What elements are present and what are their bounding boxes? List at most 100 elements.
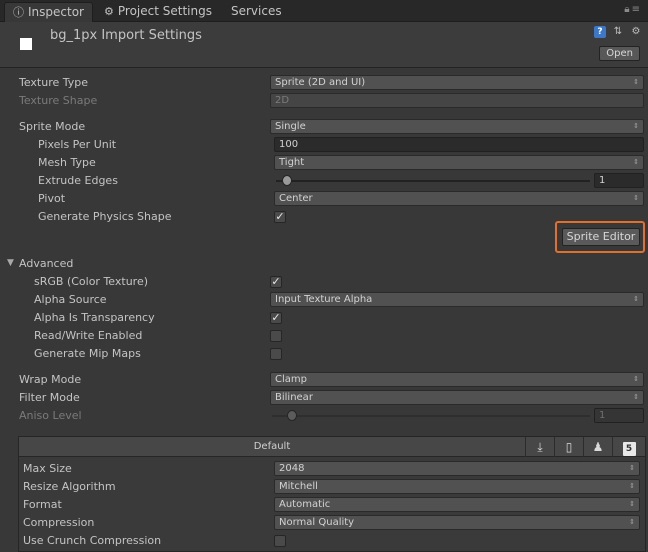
use-crunch-row: Use Crunch Compression [0, 532, 648, 550]
alpha-source-value: Input Texture Alpha [275, 294, 373, 305]
info-icon: ⓘ [13, 6, 24, 19]
filter-mode-label: Filter Mode [19, 391, 80, 404]
aniso-level-field: 1 [594, 408, 644, 423]
platform-tab-default[interactable]: Default [19, 437, 525, 457]
lock-icon[interactable]: 🔒︎ [624, 4, 631, 15]
compression-label: Compression [23, 516, 95, 529]
max-size-value: 2048 [279, 463, 305, 474]
platform-tabs: Default ⤓ ▯ ♟ 5 [19, 437, 645, 457]
foldout-arrow-icon: ▼ [7, 258, 14, 268]
dropdown-arrow-icon: ⇕ [633, 78, 639, 86]
mesh-type-row: Mesh Type Tight ⇕ [0, 154, 648, 172]
read-write-checkbox[interactable] [270, 330, 282, 342]
sprite-editor-button[interactable]: Sprite Editor [562, 228, 640, 246]
texture-shape-dropdown: 2D [270, 93, 644, 108]
advanced-foldout[interactable]: ▼ Advanced [0, 255, 648, 273]
compression-dropdown[interactable]: Normal Quality ⇕ [274, 515, 640, 530]
html5-icon-glyph: 5 [622, 442, 636, 456]
texture-shape-row: Texture Shape 2D [0, 92, 648, 110]
max-size-row: Max Size 2048 ⇕ [0, 460, 648, 478]
android-icon[interactable]: ♟ [583, 437, 612, 457]
sprite-mode-value: Single [275, 121, 306, 132]
alpha-source-dropdown[interactable]: Input Texture Alpha ⇕ [270, 292, 644, 307]
mesh-type-dropdown[interactable]: Tight ⇕ [274, 155, 644, 170]
tab-inspector[interactable]: ⓘ Inspector [4, 2, 93, 22]
sprite-editor-highlight: Sprite Editor [555, 221, 645, 253]
texture-type-value: Sprite (2D and UI) [275, 77, 366, 88]
generate-physics-shape-checkbox[interactable]: ✓ [274, 211, 286, 223]
texture-file-icon [20, 38, 32, 50]
srgb-label: sRGB (Color Texture) [34, 275, 149, 288]
dropdown-arrow-icon: ⇕ [633, 375, 639, 383]
dropdown-arrow-icon: ⇕ [633, 194, 639, 202]
html5-icon[interactable]: 5 [612, 437, 645, 457]
sprite-mode-row: Sprite Mode Single ⇕ [0, 118, 648, 136]
extrude-edges-slider-thumb[interactable] [282, 175, 292, 186]
presets-icon[interactable]: ⇅ [612, 26, 624, 38]
dropdown-arrow-icon: ⇕ [629, 464, 635, 472]
read-write-label: Read/Write Enabled [34, 329, 143, 342]
checkmark-icon: ✓ [271, 275, 281, 288]
alpha-source-label: Alpha Source [34, 293, 107, 306]
page-title: bg_1px Import Settings [50, 28, 202, 43]
filter-mode-row: Filter Mode Bilinear ⇕ [0, 389, 648, 407]
format-value: Automatic [279, 499, 331, 510]
advanced-label: Advanced [19, 257, 74, 270]
generate-mip-maps-row: Generate Mip Maps [0, 345, 648, 363]
alpha-is-transparency-label: Alpha Is Transparency [34, 311, 155, 324]
generate-mip-maps-label: Generate Mip Maps [34, 347, 141, 360]
tab-bar: ⓘ Inspector ⚙ Project Settings Services 🔒︎… [0, 0, 648, 22]
srgb-checkbox[interactable]: ✓ [270, 276, 282, 288]
aniso-level-label: Aniso Level [19, 409, 82, 422]
dropdown-arrow-icon: ⇕ [629, 500, 635, 508]
compression-row: Compression Normal Quality ⇕ [0, 514, 648, 532]
dropdown-arrow-icon: ⇕ [633, 295, 639, 303]
dropdown-arrow-icon: ⇕ [629, 518, 635, 526]
format-dropdown[interactable]: Automatic ⇕ [274, 497, 640, 512]
wrap-mode-dropdown[interactable]: Clamp ⇕ [270, 372, 644, 387]
extrude-edges-slider-track[interactable] [276, 180, 590, 182]
texture-type-row: Texture Type Sprite (2D and UI) ⇕ [0, 74, 648, 92]
tab-menu-icon[interactable]: ≡ [632, 4, 642, 15]
use-crunch-label: Use Crunch Compression [23, 534, 162, 547]
extrude-edges-field[interactable]: 1 [594, 173, 644, 188]
pixels-per-unit-label: Pixels Per Unit [38, 138, 117, 151]
help-icon[interactable]: ? [594, 26, 606, 38]
texture-shape-label: Texture Shape [19, 94, 98, 107]
texture-shape-value: 2D [275, 95, 290, 106]
generate-physics-shape-label: Generate Physics Shape [38, 210, 172, 223]
download-icon[interactable]: ⤓ [525, 437, 554, 457]
max-size-dropdown[interactable]: 2048 ⇕ [274, 461, 640, 476]
sprite-mode-dropdown[interactable]: Single ⇕ [270, 119, 644, 134]
alpha-is-transparency-checkbox[interactable]: ✓ [270, 312, 282, 324]
filter-mode-value: Bilinear [275, 392, 313, 403]
use-crunch-checkbox[interactable] [274, 535, 286, 547]
aniso-level-slider-thumb [287, 410, 297, 421]
pivot-label: Pivot [38, 192, 66, 205]
pixels-per-unit-row: Pixels Per Unit 100 [0, 136, 648, 154]
texture-type-dropdown[interactable]: Sprite (2D and UI) ⇕ [270, 75, 644, 90]
srgb-row: sRGB (Color Texture) ✓ [0, 273, 648, 291]
tab-project-settings[interactable]: ⚙ Project Settings [96, 2, 220, 22]
mobile-icon[interactable]: ▯ [554, 437, 583, 457]
filter-mode-dropdown[interactable]: Bilinear ⇕ [270, 390, 644, 405]
alpha-source-row: Alpha Source Input Texture Alpha ⇕ [0, 291, 648, 309]
settings-gear-icon[interactable]: ⚙ [630, 26, 642, 38]
dropdown-arrow-icon: ⇕ [633, 158, 639, 166]
open-button[interactable]: Open [599, 46, 640, 61]
mesh-type-label: Mesh Type [38, 156, 96, 169]
resize-algorithm-row: Resize Algorithm Mitchell ⇕ [0, 478, 648, 496]
pivot-row: Pivot Center ⇕ [0, 190, 648, 208]
dropdown-arrow-icon: ⇕ [629, 482, 635, 490]
aniso-level-slider-track [272, 415, 590, 417]
extrude-edges-row: Extrude Edges 1 [0, 172, 648, 190]
sprite-mode-label: Sprite Mode [19, 120, 86, 133]
checkmark-icon: ✓ [275, 210, 285, 223]
alpha-is-transparency-row: Alpha Is Transparency ✓ [0, 309, 648, 327]
resize-algorithm-value: Mitchell [279, 481, 318, 492]
tab-services[interactable]: Services [223, 2, 290, 22]
pixels-per-unit-field[interactable]: 100 [274, 137, 644, 152]
generate-mip-maps-checkbox[interactable] [270, 348, 282, 360]
pivot-dropdown[interactable]: Center ⇕ [274, 191, 644, 206]
resize-algorithm-dropdown[interactable]: Mitchell ⇕ [274, 479, 640, 494]
